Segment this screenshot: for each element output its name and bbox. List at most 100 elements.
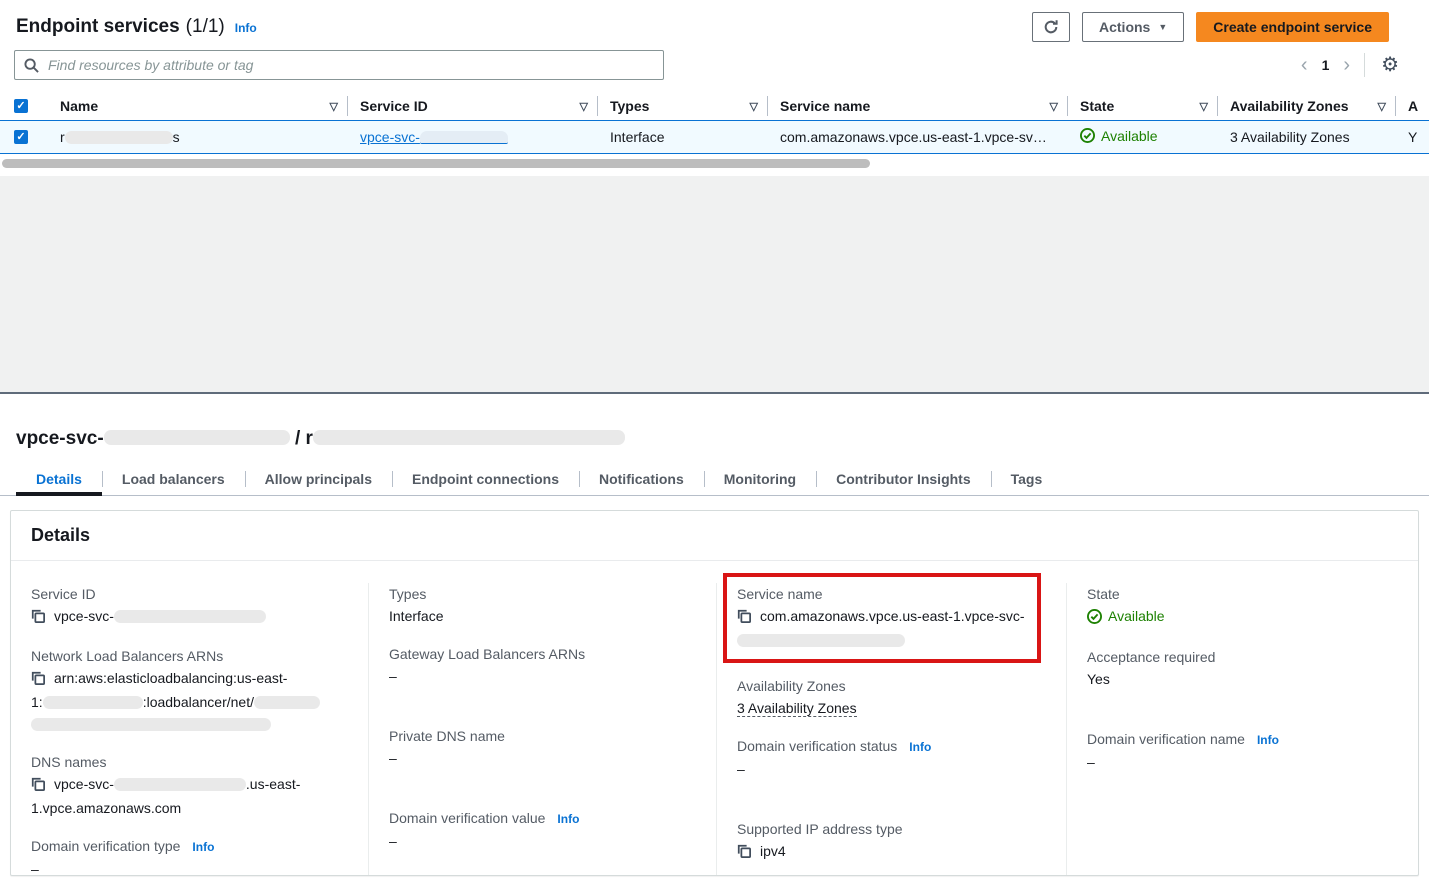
nlb-arn-line2-prefix: 1: [31, 694, 43, 710]
field-label-text: Domain verification value [389, 807, 545, 829]
field-value: com.amazonaws.vpce.us-east-1.vpce-svc- [737, 605, 1027, 651]
tab-contributor-insights[interactable]: Contributor Insights [816, 462, 991, 495]
empty-area [0, 176, 1429, 398]
availability-zones-link[interactable]: 3 Availability Zones [737, 700, 857, 717]
field-label: Service name [737, 583, 1027, 605]
settings-gear-icon[interactable]: ⚙ [1379, 55, 1399, 75]
column-header-service-name-label: Service name [780, 98, 870, 114]
sort-icon: ▽ [580, 100, 588, 113]
info-link[interactable]: Info [1257, 729, 1279, 751]
field-label: Gateway Load Balancers ARNs [389, 643, 696, 665]
redacted-text [104, 430, 290, 445]
cell-name-prefix: r [60, 129, 65, 145]
redacted-text [114, 610, 266, 623]
details-column-1: Service ID vpce-svc- Network Load Balanc… [11, 583, 368, 876]
select-all-checkbox[interactable]: ✓ [14, 99, 28, 113]
pagination: ‹ 1 › ⚙ [1301, 53, 1399, 77]
availability-zones-link[interactable]: 3 Availability Zones [1230, 129, 1350, 145]
info-link[interactable]: Info [557, 808, 579, 830]
copy-icon[interactable] [31, 607, 45, 629]
cell-name-suffix: s [173, 129, 180, 145]
dns-value-prefix: vpce-svc- [54, 776, 114, 792]
column-header-service-id[interactable]: Service ID ▽ [348, 92, 598, 120]
caret-down-icon: ▼ [1158, 22, 1167, 32]
redacted-text [737, 634, 905, 647]
field-label: Domain verification status Info [737, 735, 1046, 758]
field-value: – [31, 858, 348, 876]
column-header-service-id-label: Service ID [360, 98, 428, 114]
copy-icon[interactable] [737, 607, 751, 629]
field-dns-names: DNS names vpce-svc-.us-east- 1.vpce.amaz… [31, 751, 348, 819]
field-value: arn:aws:elasticloadbalancing:us-east- 1:… [31, 667, 348, 735]
detail-title-separator: / [295, 428, 300, 449]
detail-tabs: Details Load balancers Allow principals … [0, 462, 1429, 496]
tab-endpoint-connections[interactable]: Endpoint connections [392, 462, 579, 495]
column-header-availability-zones[interactable]: Availability Zones ▽ [1218, 92, 1396, 120]
previous-page-button[interactable]: ‹ [1301, 55, 1308, 75]
current-page-number: 1 [1322, 57, 1330, 73]
column-header-service-name[interactable]: Service name ▽ [768, 92, 1068, 120]
actions-button[interactable]: Actions ▼ [1082, 12, 1184, 42]
redacted-text [114, 778, 246, 791]
column-header-state[interactable]: State ▽ [1068, 92, 1218, 120]
header-actions: Actions ▼ Create endpoint service [1032, 12, 1389, 42]
actions-button-label: Actions [1099, 19, 1150, 35]
search-box[interactable] [14, 50, 664, 80]
field-label: Supported IP address type [737, 818, 1046, 840]
page-title: Endpoint services (1/1) Info [16, 16, 257, 38]
detail-pane: vpce-svc- / r Details Load balancers All… [0, 394, 1429, 886]
service-id-link[interactable]: vpce-svc- [360, 129, 508, 145]
cell-service-name: com.amazonaws.vpce.us-east-1.vpce-sv… [768, 129, 1068, 145]
copy-icon[interactable] [31, 775, 45, 797]
field-state: State Available [1087, 583, 1398, 630]
cell-state: Available [1068, 128, 1218, 147]
field-service-id: Service ID vpce-svc- [31, 583, 348, 629]
search-input[interactable] [46, 56, 654, 74]
search-icon [24, 58, 39, 73]
redacted-text [313, 430, 625, 445]
field-label-text: Domain verification name [1087, 728, 1245, 750]
row-checkbox[interactable]: ✓ [14, 130, 28, 144]
tab-monitoring[interactable]: Monitoring [704, 462, 816, 495]
table-row[interactable]: ✓ rs vpce-svc- Interface com.amazonaws.v… [0, 120, 1429, 154]
details-card: Details Service ID vpce-svc- Network Loa… [10, 510, 1419, 876]
tab-allow-principals[interactable]: Allow principals [245, 462, 392, 495]
field-label: Domain verification type Info [31, 835, 348, 858]
info-link[interactable]: Info [909, 736, 931, 758]
create-endpoint-service-button[interactable]: Create endpoint service [1196, 12, 1389, 42]
sort-icon: ▽ [1200, 100, 1208, 113]
status-available-icon [1080, 128, 1095, 143]
column-header-truncated[interactable]: A [1396, 92, 1429, 120]
service-id-prefix: vpce-svc- [360, 129, 420, 145]
field-value: – [389, 830, 696, 852]
tab-load-balancers[interactable]: Load balancers [102, 462, 245, 495]
nlb-arn-line1: arn:aws:elasticloadbalancing:us-east- [54, 670, 287, 686]
field-availability-zones: Availability Zones 3 Availability Zones [737, 675, 1046, 719]
sort-icon: ▽ [750, 100, 758, 113]
column-header-state-label: State [1080, 98, 1114, 114]
next-page-button[interactable]: › [1343, 55, 1350, 75]
column-header-types[interactable]: Types ▽ [598, 92, 768, 120]
field-value: 3 Availability Zones [737, 697, 1046, 719]
field-value: – [389, 747, 696, 769]
refresh-button[interactable] [1032, 12, 1070, 42]
copy-icon[interactable] [31, 669, 45, 691]
info-link[interactable]: Info [192, 836, 214, 858]
horizontal-scrollbar[interactable] [2, 159, 1427, 168]
title-info-link[interactable]: Info [235, 21, 257, 35]
page-title-text: Endpoint services [16, 16, 180, 38]
details-card-title: Details [11, 511, 1418, 561]
field-domain-verification-value: Domain verification value Info – [389, 807, 696, 852]
cell-acceptance-truncated: Y [1396, 129, 1429, 145]
column-header-name[interactable]: Name ▽ [48, 92, 348, 120]
scrollbar-thumb[interactable] [2, 159, 870, 168]
row-select-cell: ✓ [0, 121, 48, 153]
tab-details[interactable]: Details [16, 462, 102, 495]
field-label: Domain verification name Info [1087, 728, 1398, 751]
supported-ip-value: ipv4 [760, 843, 786, 859]
field-label-text: Domain verification type [31, 835, 180, 857]
tab-notifications[interactable]: Notifications [579, 462, 704, 495]
field-value: – [389, 665, 696, 687]
copy-icon[interactable] [737, 842, 751, 864]
tab-tags[interactable]: Tags [991, 462, 1063, 495]
